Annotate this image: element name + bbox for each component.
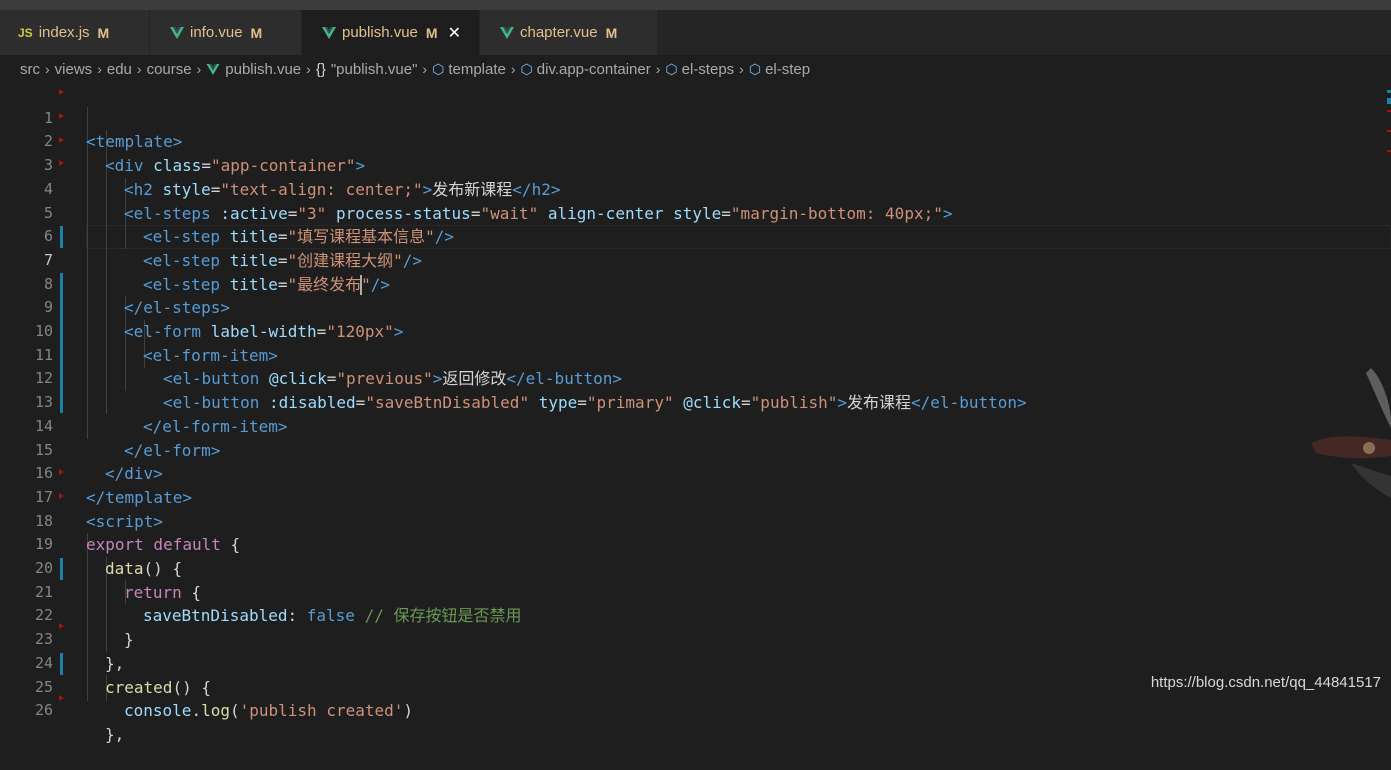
vue-file-icon [206,63,220,75]
code-line: 10 <el-form-item> [0,296,1391,365]
breadcrumb-template[interactable]: template [448,61,506,78]
tab-index-js[interactable]: JS index.js M [0,10,150,55]
vue-file-icon [322,26,336,39]
code-editor[interactable]: 1 <template> 2 <div class="app-container… [0,83,1391,744]
tab-label: publish.vue [342,24,418,41]
code-line: 6 <el-step title="创建课程大纲"/> [0,202,1391,270]
vue-file-icon [500,26,514,39]
breadcrumb-object[interactable]: "publish.vue" [331,61,418,78]
chevron-right-icon: › [422,61,428,77]
chevron-right-icon: › [306,61,311,77]
modified-badge: M [97,24,110,41]
chevron-right-icon: › [510,61,516,77]
tab-label: info.vue [190,24,243,41]
code-token: 'publish created' [239,701,404,721]
code-line: 15 </div> [0,415,1391,484]
code-token: log [201,701,230,721]
code-line: 18 export default { [0,486,1391,555]
line-number: 26 [34,701,53,720]
code-line-current: 7 <el-step title="最终发布"/> [0,225,1391,296]
editor-tab-bar: JS index.js M info.vue M publish.vue M ✕… [0,10,1391,55]
code-token: }, [105,724,125,744]
code-token: console [124,701,192,721]
breadcrumb-step[interactable]: el-step [765,61,810,78]
code-line: 9 <el-form label-width="120px"> [0,273,1391,341]
code-line: 17 <script> [0,462,1391,531]
code-line: 20 return { [0,533,1391,602]
chevron-right-icon: › [196,61,202,77]
code-line: 19 data() { [0,510,1391,578]
chevron-right-icon: › [739,61,744,77]
scrollbar-markers[interactable] [1387,90,1391,160]
element-icon: ⬡ [748,60,762,77]
code-line: 1 <template> [0,83,1391,152]
close-icon[interactable]: ✕ [448,23,461,43]
code-line: 13 </el-form-item> [0,367,1391,436]
breadcrumb-edu[interactable]: edu [107,61,132,78]
code-line: 22 } [0,581,1391,649]
code-line: 8 </el-steps> [0,249,1391,318]
breadcrumb-container[interactable]: div.app-container [537,61,651,78]
code-line: 4 <el-steps :active="3" process-status="… [0,154,1391,223]
tab-label: index.js [38,24,90,41]
element-icon: ⬡ [432,60,445,77]
breadcrumb: src › views › edu › course › publish.vue… [0,55,1391,83]
modified-badge: M [425,24,438,41]
modified-badge: M [605,24,618,41]
js-file-icon: JS [18,25,33,40]
breadcrumb-src[interactable]: src [20,61,40,78]
code-line: 25 console.log('publish created') [0,652,1391,721]
code-line: 24 created() { [0,628,1391,697]
element-icon: ⬡ [665,60,678,77]
code-line: 16 </template> [0,439,1391,507]
code-token: . [191,701,202,721]
code-line: 14 </el-form> [0,391,1391,460]
background-decoration-image [1311,368,1391,498]
tab-info-vue[interactable]: info.vue M [150,10,302,55]
tab-publish-vue[interactable]: publish.vue M ✕ [302,10,480,55]
code-line: 3 <h2 style="text-align: center;">发布新课程<… [0,130,1391,199]
code-line: 2 <div class="app-container"> [0,107,1391,175]
menu-bar-strip [0,0,1391,10]
breadcrumb-file[interactable]: publish.vue [225,61,301,78]
tab-chapter-vue[interactable]: chapter.vue M [480,10,658,55]
element-icon: ⬡ [520,60,533,77]
breadcrumb-steps[interactable]: el-steps [682,61,735,78]
code-line: 11 <el-button @click="previous">返回修改</el… [0,320,1391,389]
code-line: 5 <el-step title="填写课程基本信息"/> [0,178,1391,247]
object-icon: {} [315,60,326,78]
code-token: ( [229,701,240,721]
code-token: ) [403,701,414,721]
tab-label: chapter.vue [520,24,598,41]
code-line: 21 saveBtnDisabled: false // 保存按钮是否禁用 [0,557,1391,626]
code-line: 12 <el-button :disabled="saveBtnDisabled… [0,344,1391,412]
chevron-right-icon: › [97,61,102,77]
chevron-right-icon: › [45,61,50,77]
vue-file-icon [170,26,184,39]
chevron-right-icon: › [655,61,661,77]
code-line: 23 }, [0,604,1391,673]
watermark-text: https://blog.csdn.net/qq_44841517 [1150,674,1381,691]
breadcrumb-course[interactable]: course [147,61,192,78]
breadcrumb-views[interactable]: views [55,61,93,78]
modified-badge: M [250,24,263,41]
chevron-right-icon: › [136,61,142,77]
